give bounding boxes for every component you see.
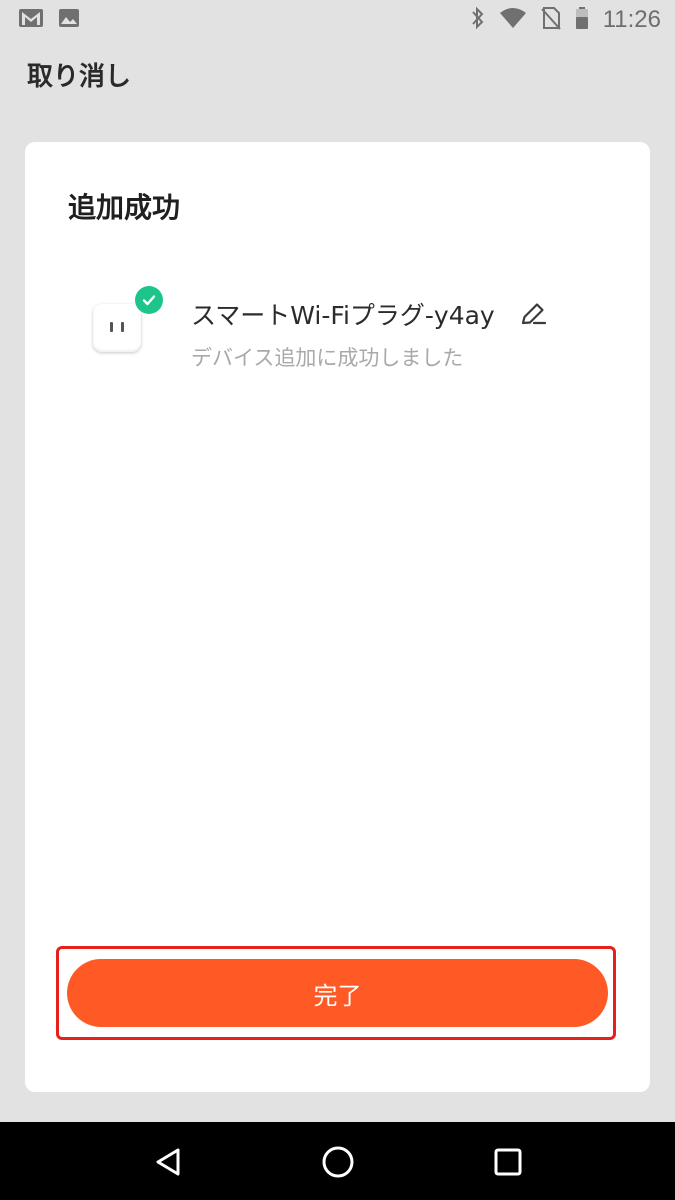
cancel-button[interactable]: 取り消し [27, 56, 131, 93]
device-status: デバイス追加に成功しました [191, 346, 464, 370]
smart-plug-icon [93, 304, 141, 352]
gmail-icon [18, 8, 44, 32]
nav-bar [0, 1122, 675, 1200]
status-bar: 11:26 [0, 0, 675, 40]
no-sim-icon [540, 6, 561, 34]
back-icon[interactable] [148, 1142, 188, 1182]
wifi-icon [499, 7, 527, 33]
status-time: 11:26 [602, 6, 661, 33]
card-title: 追加成功 [68, 191, 181, 224]
recents-icon[interactable] [488, 1142, 528, 1182]
check-icon [135, 286, 163, 314]
device-row: スマートWi-Fiプラグ-y4ay デバイス追加に成功しました [93, 286, 613, 380]
done-button[interactable]: 完了 [67, 959, 608, 1027]
status-left [18, 8, 80, 32]
device-name: スマートWi-Fiプラグ-y4ay [191, 301, 495, 330]
status-right: 11:26 [471, 6, 661, 34]
home-icon[interactable] [318, 1142, 358, 1182]
battery-icon [575, 6, 589, 34]
bluetooth-icon [471, 6, 485, 34]
image-icon [58, 8, 80, 32]
edit-icon[interactable] [517, 298, 549, 330]
